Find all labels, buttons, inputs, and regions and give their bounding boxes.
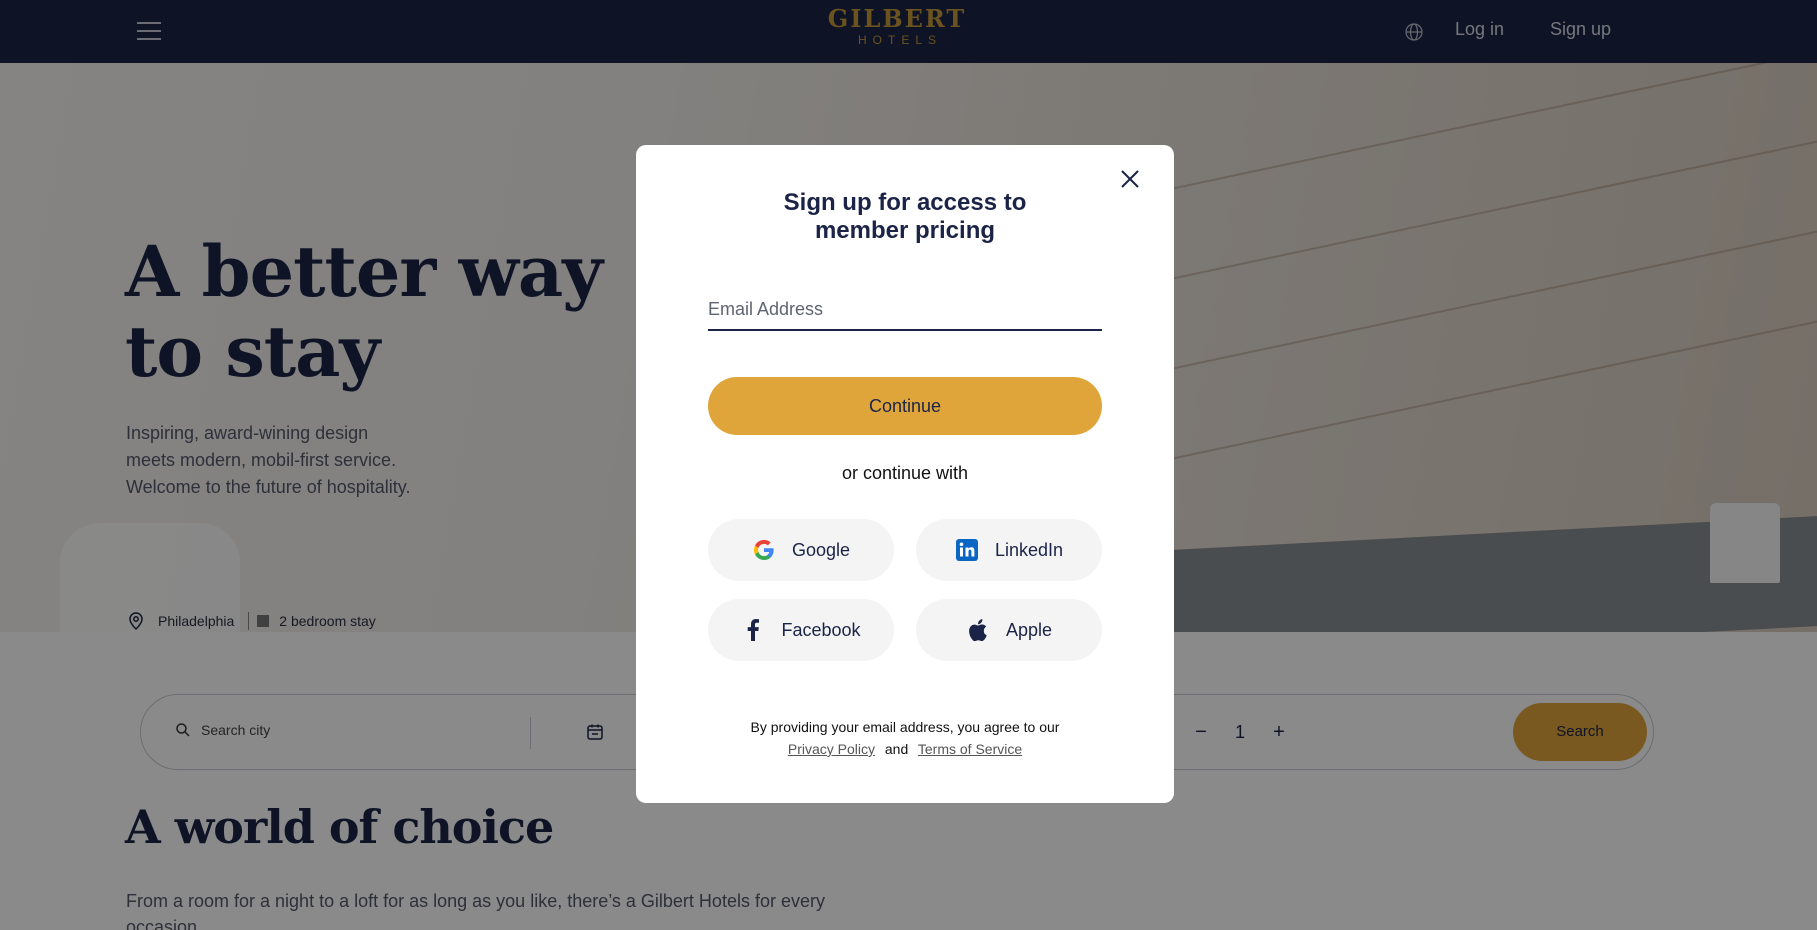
facebook-button[interactable]: Facebook	[708, 599, 894, 661]
modal-title-line: member pricing	[814, 217, 996, 244]
legal-links: Privacy Policy and Terms of Service	[636, 738, 1174, 760]
apple-icon	[966, 618, 990, 642]
signup-modal: Sign up for access to member pricing Con…	[636, 145, 1174, 803]
linkedin-label: LinkedIn	[994, 539, 1064, 560]
linkedin-button[interactable]: LinkedIn	[916, 519, 1102, 581]
continue-button[interactable]: Continue	[708, 377, 1102, 435]
google-icon	[752, 538, 776, 562]
legal-notice: By providing your email address, you agr…	[636, 716, 1174, 760]
modal-title: Sign up for access to member pricing	[636, 189, 1174, 245]
and-text: and	[884, 741, 909, 757]
or-continue-text: or continue with	[841, 463, 969, 483]
modal-title-line: Sign up for access to	[783, 189, 1027, 216]
google-button[interactable]: Google	[708, 519, 894, 581]
linkedin-icon	[955, 538, 979, 562]
legal-text: By providing your email address, you agr…	[750, 719, 1060, 735]
close-icon[interactable]	[1118, 167, 1142, 191]
google-label: Google	[791, 539, 851, 560]
facebook-icon	[741, 618, 765, 642]
terms-of-service-link[interactable]: Terms of Service	[918, 741, 1022, 757]
privacy-policy-link[interactable]: Privacy Policy	[788, 741, 875, 757]
apple-label: Apple	[1005, 619, 1053, 640]
apple-button[interactable]: Apple	[916, 599, 1102, 661]
facebook-label: Facebook	[781, 619, 861, 640]
email-field[interactable]	[708, 289, 1102, 331]
